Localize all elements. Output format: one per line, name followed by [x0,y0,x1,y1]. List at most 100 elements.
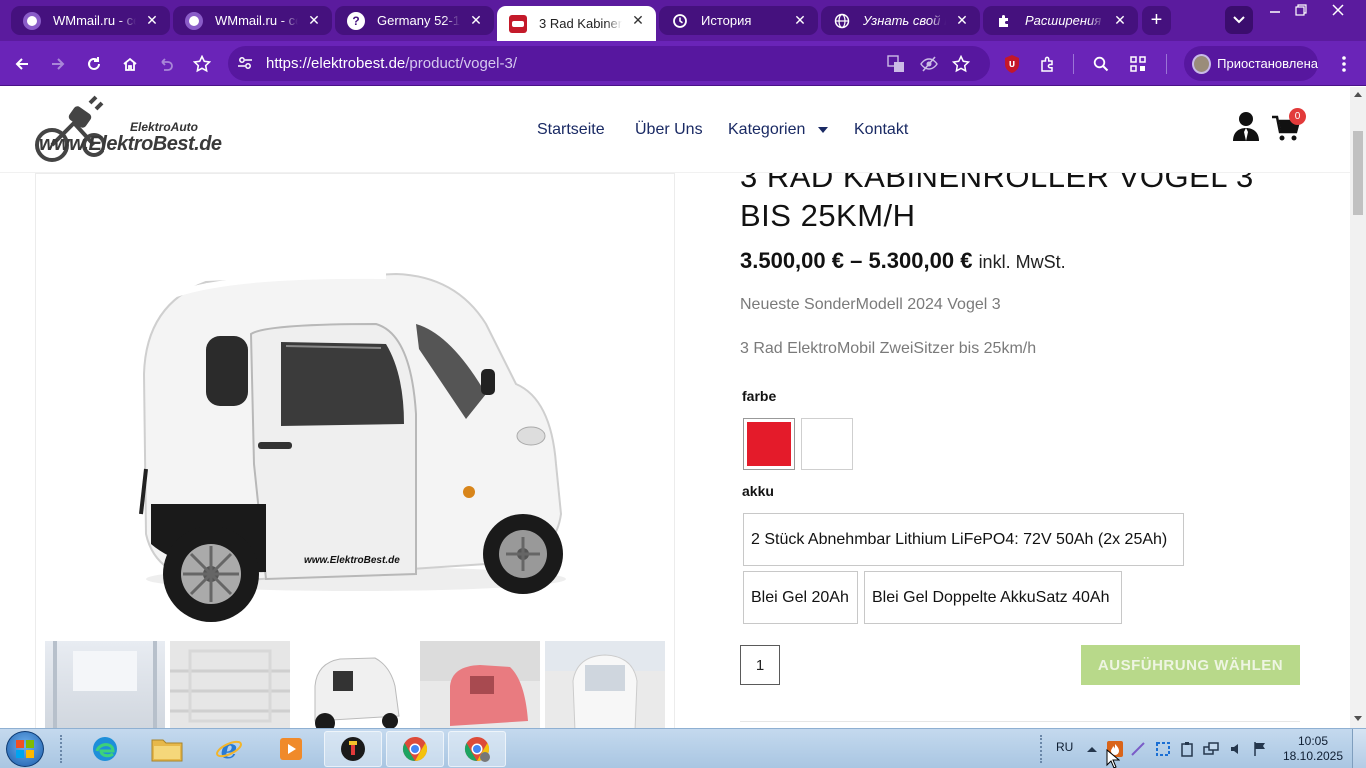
page-scrollbar[interactable] [1350,87,1366,728]
cart-button[interactable]: 0 [1272,108,1306,141]
start-button[interactable] [6,731,44,767]
translate-icon[interactable] [887,55,905,73]
screenshot-tray-icon[interactable] [1155,741,1171,757]
undo-button[interactable] [152,50,180,78]
taskbar-chrome-1[interactable] [386,731,444,767]
new-tab-button[interactable]: + [1142,6,1171,35]
product-main-image[interactable] [36,174,676,644]
apps-button[interactable] [1124,50,1152,78]
close-window-button[interactable] [1323,0,1353,20]
clipboard-tray-icon[interactable] [1179,741,1195,757]
battery-option-lithium[interactable]: 2 Stück Abnehmbar Lithium LiFePO4: 72V 5… [743,513,1184,566]
windows-logo-icon [16,740,34,758]
site-logo[interactable]: ElektroAuto www.ElektroBest.de [34,95,234,167]
scrollbar-thumb[interactable] [1353,131,1363,215]
tab-wmmail-2[interactable]: WMmail.ru - серфинг ✕ [173,6,332,35]
address-bar[interactable]: https://elektrobest.de/product/vogel-3/ [228,46,990,81]
tab-extensions[interactable]: Расширения ✕ [983,6,1138,35]
eye-off-icon[interactable] [920,55,938,73]
product-desc-1: Neueste SonderModell 2024 Vogel 3 [740,296,1001,313]
scroll-down-icon[interactable] [1354,716,1362,722]
select-options-button[interactable]: AUSFÜHRUNG WÄHLEN [1081,645,1300,685]
chrome-icon [464,737,490,762]
url-text[interactable]: https://elektrobest.de/product/vogel-3/ [266,55,517,72]
action-center-icon[interactable] [1252,741,1268,757]
scroll-up-icon[interactable] [1354,91,1362,97]
tab-germany[interactable]: ? Germany 52-121 ✕ [335,6,494,35]
ublock-extension-button[interactable]: U [998,50,1026,78]
bookmarks-button[interactable] [188,50,216,78]
home-button[interactable] [116,50,144,78]
taskbar-explorer[interactable] [138,731,196,767]
profile-button[interactable]: Приостановлена [1184,46,1318,81]
forward-button[interactable] [44,50,72,78]
tab-title: WMmail.ru - серфинг [215,13,298,28]
close-tab-icon[interactable]: ✕ [305,11,323,29]
red-car-favicon-icon [509,14,527,33]
close-tab-icon[interactable]: ✕ [953,11,971,29]
search-button[interactable] [1087,50,1115,78]
language-indicator[interactable]: RU [1056,740,1073,754]
gallery-thumbnail[interactable] [45,641,165,728]
tab-wmmail-1[interactable]: WMmail.ru - серфинг ✕ [11,6,170,35]
nav-startseite[interactable]: Startseite [537,121,605,139]
tab-title: Узнать свой IP адрес [863,13,946,28]
battery-option-gel-40ah[interactable]: Blei Gel Doppelte AkkuSatz 40Ah [864,571,1122,624]
quantity-input[interactable]: 1 [740,645,780,685]
user-icon [1233,112,1259,141]
taskbar-grip [60,735,64,763]
battery-option-gel-20ah[interactable]: Blei Gel 20Ah [743,571,858,624]
pen-tray-icon[interactable] [1130,741,1146,757]
battery-label: akku [742,483,774,499]
network-tray-icon[interactable] [1203,741,1219,757]
taskbar-ie[interactable]: e [200,731,258,767]
close-tab-icon[interactable]: ✕ [467,11,485,29]
taskbar-edge[interactable] [76,731,134,767]
wmmail-favicon-icon [185,11,203,30]
show-hidden-icons-button[interactable] [1084,741,1100,757]
tax-note: inkl. MwSt. [978,252,1066,272]
close-tab-icon[interactable]: ✕ [143,11,161,29]
gallery-thumbnail[interactable] [420,641,540,728]
tab-ip[interactable]: Узнать свой IP адрес ✕ [821,6,980,35]
reload-button[interactable] [80,50,108,78]
close-tab-icon[interactable]: ✕ [1111,11,1129,29]
arrow-left-icon [15,58,28,70]
app-icon [341,737,365,761]
color-swatch-red[interactable] [743,418,795,470]
gallery-thumbnail-active[interactable] [295,641,415,728]
thumbnail-image [314,657,400,728]
price-range: 3.500,00 € – 5.300,00 € inkl. MwSt. [740,248,1066,274]
close-tab-icon[interactable]: ✕ [629,11,647,29]
nav-kategorien[interactable]: Kategorien [728,121,805,139]
tab-history[interactable]: История ✕ [659,6,818,35]
nav-kontakt[interactable]: Kontakt [854,121,908,139]
gallery-thumbnail[interactable] [545,641,665,728]
close-tab-icon[interactable]: ✕ [791,11,809,29]
gallery-thumbnail[interactable] [170,641,290,728]
volume-tray-icon[interactable] [1229,741,1245,757]
product-desc-2: 3 Rad ElektroMobil ZweiSitzer bis 25km/h [740,340,1037,357]
restore-button[interactable] [1286,0,1316,20]
account-button[interactable] [1232,111,1260,141]
divider [740,721,1300,722]
taskbar-app-black[interactable] [324,731,382,767]
browser-menu-button[interactable] [1330,50,1358,78]
taskbar-media[interactable] [262,731,320,767]
tab-search-button[interactable] [1225,6,1253,34]
tab-title: 3 Rad KabinenRoller [539,16,622,31]
site-settings-icon[interactable] [237,55,253,71]
tab-title: Germany 52-121 [377,13,460,28]
tab-title: История [701,13,752,28]
thumbnail-image [170,649,290,723]
back-button[interactable] [8,50,36,78]
bookmark-star-icon[interactable] [952,55,970,73]
tab-elektrobest[interactable]: 3 Rad KabinenRoller ✕ [497,6,656,41]
taskbar-chrome-2[interactable] [448,731,506,767]
color-swatch-white[interactable] [801,418,853,470]
nav-ueber-uns[interactable]: Über Uns [635,121,703,139]
show-desktop-button[interactable] [1352,729,1366,768]
electric-bike-plug-icon [35,95,104,162]
extensions-button[interactable] [1034,50,1062,78]
system-clock[interactable]: 10:05 18.10.2025 [1280,734,1346,764]
